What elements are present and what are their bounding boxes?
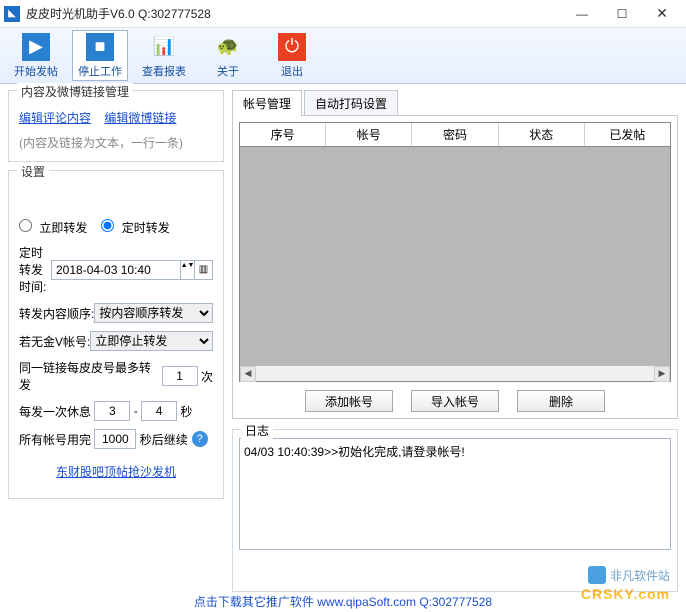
col-posted[interactable]: 已发帖 bbox=[585, 123, 670, 146]
toolbar: ▶ 开始发帖 ■ 停止工作 📊 查看报表 🐢 关于 ⏻ 退出 bbox=[0, 28, 686, 84]
titlebar: 皮皮时光机助手V6.0 Q:302777528 bbox=[0, 0, 686, 28]
promo-link[interactable]: 东财股吧顶帖抢沙发机 bbox=[56, 463, 176, 480]
updown-icon[interactable]: ▲▼ bbox=[181, 260, 195, 280]
col-password[interactable]: 密码 bbox=[412, 123, 498, 146]
edit-weibo-link[interactable]: 编辑微博链接 bbox=[104, 111, 176, 125]
window-title: 皮皮时光机助手V6.0 Q:302777528 bbox=[26, 5, 562, 22]
watermark-site: 非凡软件站 bbox=[588, 566, 670, 584]
h-scrollbar[interactable]: ◀ ▶ bbox=[240, 365, 670, 381]
footer-link[interactable]: www.qipaSoft.com bbox=[317, 595, 416, 609]
tab-dama-settings[interactable]: 自动打码设置 bbox=[304, 90, 398, 116]
scheduled-time-input[interactable] bbox=[51, 260, 181, 280]
rest-min-input[interactable] bbox=[94, 401, 130, 421]
play-icon: ▶ bbox=[22, 33, 50, 61]
rest-prefix: 每发一次休息 bbox=[19, 403, 91, 420]
edit-comment-link[interactable]: 编辑评论内容 bbox=[19, 111, 91, 125]
rest-suffix: 秒 bbox=[180, 403, 192, 420]
radio-scheduled[interactable]: 定时转发 bbox=[101, 219, 169, 236]
table-body[interactable] bbox=[240, 147, 670, 365]
all-used-prefix: 所有帐号用完 bbox=[19, 431, 91, 448]
about-button[interactable]: 🐢 关于 bbox=[200, 30, 256, 81]
same-link-prefix: 同一链接每皮皮号最多转发 bbox=[19, 359, 162, 393]
scroll-left-icon[interactable]: ◀ bbox=[240, 366, 256, 382]
account-tab-panel: 序号 帐号 密码 状态 已发帖 ◀ ▶ 添加帐号 导入帐号 删除 bbox=[232, 115, 678, 419]
radio-immediate[interactable]: 立即转发 bbox=[19, 219, 87, 236]
minimize-button[interactable] bbox=[562, 0, 602, 28]
view-report-button[interactable]: 📊 查看报表 bbox=[136, 30, 192, 81]
rest-dash: - bbox=[134, 404, 138, 418]
table-header: 序号 帐号 密码 状态 已发帖 bbox=[240, 123, 670, 147]
col-account[interactable]: 帐号 bbox=[326, 123, 412, 146]
about-icon: 🐢 bbox=[214, 33, 242, 61]
account-table: 序号 帐号 密码 状态 已发帖 ◀ ▶ bbox=[239, 122, 671, 382]
stop-work-button[interactable]: ■ 停止工作 bbox=[72, 30, 128, 81]
footer: 点击下载其它推广软件 www.qipaSoft.com Q:302777528 bbox=[0, 593, 686, 610]
log-legend: 日志 bbox=[241, 422, 273, 439]
tab-strip: 帐号管理 自动打码设置 bbox=[232, 90, 678, 116]
tab-account-mgmt[interactable]: 帐号管理 bbox=[232, 90, 302, 116]
start-post-button[interactable]: ▶ 开始发帖 bbox=[8, 30, 64, 81]
import-account-button[interactable]: 导入帐号 bbox=[411, 390, 499, 412]
log-textarea[interactable]: 04/03 10:40:39>>初始化完成,请登录帐号! bbox=[239, 438, 671, 550]
calendar-icon[interactable]: ▥ bbox=[195, 260, 213, 280]
same-link-count-input[interactable] bbox=[162, 366, 198, 386]
help-icon[interactable]: ? bbox=[192, 431, 208, 447]
col-index[interactable]: 序号 bbox=[240, 123, 326, 146]
exit-button[interactable]: ⏻ 退出 bbox=[264, 30, 320, 81]
maximize-button[interactable] bbox=[602, 0, 642, 28]
content-order-label: 转发内容顺序: bbox=[19, 305, 94, 322]
no-gold-label: 若无金V帐号: bbox=[19, 333, 90, 350]
log-line: 04/03 10:40:39>>初始化完成,请登录帐号! bbox=[244, 443, 666, 460]
content-order-select[interactable]: 按内容顺序转发 bbox=[94, 303, 213, 323]
scheduled-time-label: 定时转发时间: bbox=[19, 244, 51, 295]
settings-legend: 设置 bbox=[17, 163, 49, 180]
exit-icon: ⏻ bbox=[278, 33, 306, 61]
exit-label: 退出 bbox=[281, 63, 303, 79]
same-link-suffix: 次 bbox=[201, 368, 213, 385]
report-icon: 📊 bbox=[150, 33, 178, 61]
content-hint: (内容及链接为文本，一行一条) bbox=[19, 134, 213, 151]
content-link-group: 内容及微博链接管理 编辑评论内容 编辑微博链接 (内容及链接为文本，一行一条) bbox=[8, 90, 224, 162]
settings-group: 设置 立即转发 定时转发 定时转发时间: ▲▼ ▥ 转发内容顺序: 按内容顺序转… bbox=[8, 170, 224, 499]
content-link-legend: 内容及微博链接管理 bbox=[17, 83, 133, 100]
no-gold-select[interactable]: 立即停止转发 bbox=[90, 331, 213, 351]
all-used-suffix: 秒后继续 bbox=[140, 431, 188, 448]
all-used-input[interactable] bbox=[94, 429, 136, 449]
col-status[interactable]: 状态 bbox=[499, 123, 585, 146]
close-button[interactable] bbox=[642, 0, 682, 28]
watermark-logo-icon bbox=[588, 566, 606, 584]
delete-button[interactable]: 删除 bbox=[517, 390, 605, 412]
app-icon bbox=[4, 6, 20, 22]
scroll-right-icon[interactable]: ▶ bbox=[654, 366, 670, 382]
rest-max-input[interactable] bbox=[141, 401, 177, 421]
stop-icon: ■ bbox=[86, 33, 114, 61]
add-account-button[interactable]: 添加帐号 bbox=[305, 390, 393, 412]
stop-work-label: 停止工作 bbox=[78, 63, 122, 79]
about-label: 关于 bbox=[217, 63, 239, 79]
view-report-label: 查看报表 bbox=[142, 63, 186, 79]
start-post-label: 开始发帖 bbox=[14, 63, 58, 79]
